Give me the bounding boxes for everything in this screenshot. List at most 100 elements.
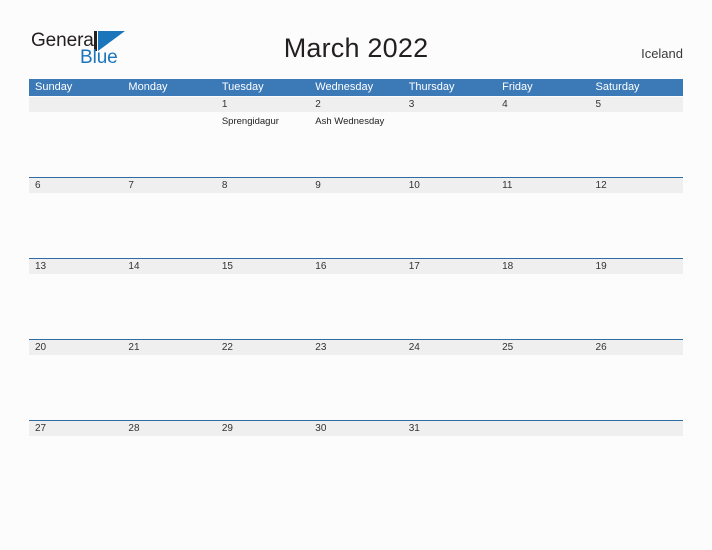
weekday-header-tuesday: Tuesday — [221, 81, 264, 93]
day-events — [496, 436, 589, 440]
day-events — [403, 193, 496, 197]
day-events — [309, 436, 402, 440]
day-number: 19 — [589, 259, 683, 274]
calendar-day-cell[interactable]: 29 — [215, 421, 310, 501]
day-events — [29, 112, 122, 116]
day-number: 18 — [496, 259, 590, 274]
page-title: March 2022 — [283, 33, 429, 63]
calendar-day-cell[interactable]: 17 — [402, 259, 497, 339]
calendar-day-cell[interactable]: 11 — [496, 178, 590, 258]
calendar-week-row: 20 21 22 23 24 25 26 — [29, 339, 683, 420]
day-number: 2 — [309, 97, 403, 112]
calendar-day-cell[interactable]: 23 — [309, 340, 403, 420]
day-events — [122, 274, 215, 278]
day-number: 4 — [496, 97, 590, 112]
day-events — [590, 274, 683, 278]
day-number: 1 — [215, 97, 310, 112]
calendar-day-cell[interactable]: 6 — [29, 178, 123, 258]
calendar-day-cell[interactable]: 7 — [122, 178, 216, 258]
calendar-day-cell[interactable]: 14 — [122, 259, 216, 339]
day-number: 7 — [122, 178, 216, 193]
calendar-day-cell[interactable]: 19 — [589, 259, 683, 339]
day-events — [29, 355, 122, 359]
day-events — [29, 193, 122, 197]
day-number — [29, 97, 123, 112]
day-events — [122, 193, 215, 197]
day-number: 27 — [29, 421, 123, 436]
weekday-header-saturday: Saturday — [595, 81, 640, 93]
day-events — [309, 193, 402, 197]
day-events — [122, 436, 215, 440]
calendar-day-cell[interactable]: 26 — [589, 340, 683, 420]
week-days: 27 28 29 30 31 — [29, 421, 683, 501]
calendar-day-cell[interactable]: 20 — [29, 340, 123, 420]
weekday-header-friday: Friday — [502, 81, 533, 93]
day-number: 30 — [309, 421, 403, 436]
calendar-week-row: 13 14 15 16 17 18 19 — [29, 258, 683, 339]
day-number — [496, 421, 590, 436]
calendar-day-cell[interactable]: 27 — [29, 421, 123, 501]
day-events — [29, 436, 122, 440]
day-events — [216, 355, 309, 359]
day-events: Sprengidagur — [216, 112, 309, 128]
day-events — [122, 355, 215, 359]
day-events — [29, 274, 122, 278]
calendar-day-cell[interactable]: 30 — [309, 421, 403, 501]
day-events — [590, 436, 683, 440]
day-events — [403, 274, 496, 278]
calendar-day-cell[interactable]: 22 — [215, 340, 310, 420]
event-label: Ash Wednesday — [315, 116, 385, 127]
calendar-day-cell[interactable]: 2 Ash Wednesday — [309, 97, 403, 177]
page-header: General Blue March 2022 Iceland — [0, 0, 712, 68]
calendar-day-cell[interactable]: 28 — [122, 421, 216, 501]
day-number: 20 — [29, 340, 123, 355]
day-events — [496, 274, 589, 278]
calendar-day-cell[interactable]: 24 — [402, 340, 497, 420]
week-days: 13 14 15 16 17 18 19 — [29, 259, 683, 339]
day-number: 10 — [402, 178, 497, 193]
day-number: 22 — [215, 340, 310, 355]
calendar-day-cell[interactable]: 21 — [122, 340, 216, 420]
day-events — [590, 112, 683, 116]
day-number: 15 — [215, 259, 310, 274]
calendar-day-cell[interactable]: 18 — [496, 259, 590, 339]
calendar-week-row: 27 28 29 30 31 — [29, 420, 683, 501]
calendar-day-cell[interactable]: 15 — [215, 259, 310, 339]
calendar-day-cell[interactable]: 31 — [402, 421, 497, 501]
day-events — [496, 193, 589, 197]
calendar-day-cell-empty — [589, 421, 683, 501]
weekday-header-wednesday: Wednesday — [315, 81, 374, 93]
day-number: 12 — [589, 178, 683, 193]
week-days: 20 21 22 23 24 25 26 — [29, 340, 683, 420]
day-events — [216, 193, 309, 197]
day-events — [216, 274, 309, 278]
calendar-day-cell[interactable]: 10 — [402, 178, 497, 258]
calendar-day-cell[interactable]: 8 — [215, 178, 310, 258]
calendar-day-cell[interactable]: 12 — [589, 178, 683, 258]
day-number: 9 — [309, 178, 403, 193]
day-events — [309, 355, 402, 359]
day-number: 8 — [215, 178, 310, 193]
day-events — [403, 436, 496, 440]
calendar-day-cell[interactable]: 9 — [309, 178, 403, 258]
calendar-weeks: 1 Sprengidagur 2 Ash Wednesday 3 4 5 6 7 8 9 10 11 12… — [29, 96, 683, 501]
calendar-day-cell[interactable]: 13 — [29, 259, 123, 339]
day-number: 11 — [496, 178, 590, 193]
calendar-page: General Blue March 2022 Iceland Sunday Mo… — [0, 0, 712, 550]
calendar-day-cell[interactable]: 25 — [496, 340, 590, 420]
calendar-day-cell[interactable]: 1 Sprengidagur — [215, 97, 310, 177]
country-label: Iceland — [641, 46, 683, 61]
day-number: 24 — [402, 340, 497, 355]
day-events: Ash Wednesday — [309, 112, 402, 128]
day-events — [216, 436, 309, 440]
calendar-day-cell-empty — [122, 97, 216, 177]
calendar-day-cell-empty — [29, 97, 123, 177]
calendar-day-cell[interactable]: 3 — [402, 97, 497, 177]
calendar-day-cell[interactable]: 5 — [589, 97, 683, 177]
calendar-day-cell[interactable]: 16 — [309, 259, 403, 339]
day-events — [496, 112, 589, 116]
calendar-week-row: 1 Sprengidagur 2 Ash Wednesday 3 4 5 — [29, 96, 683, 177]
day-events — [403, 355, 496, 359]
day-events — [122, 112, 215, 116]
calendar-day-cell[interactable]: 4 — [496, 97, 590, 177]
